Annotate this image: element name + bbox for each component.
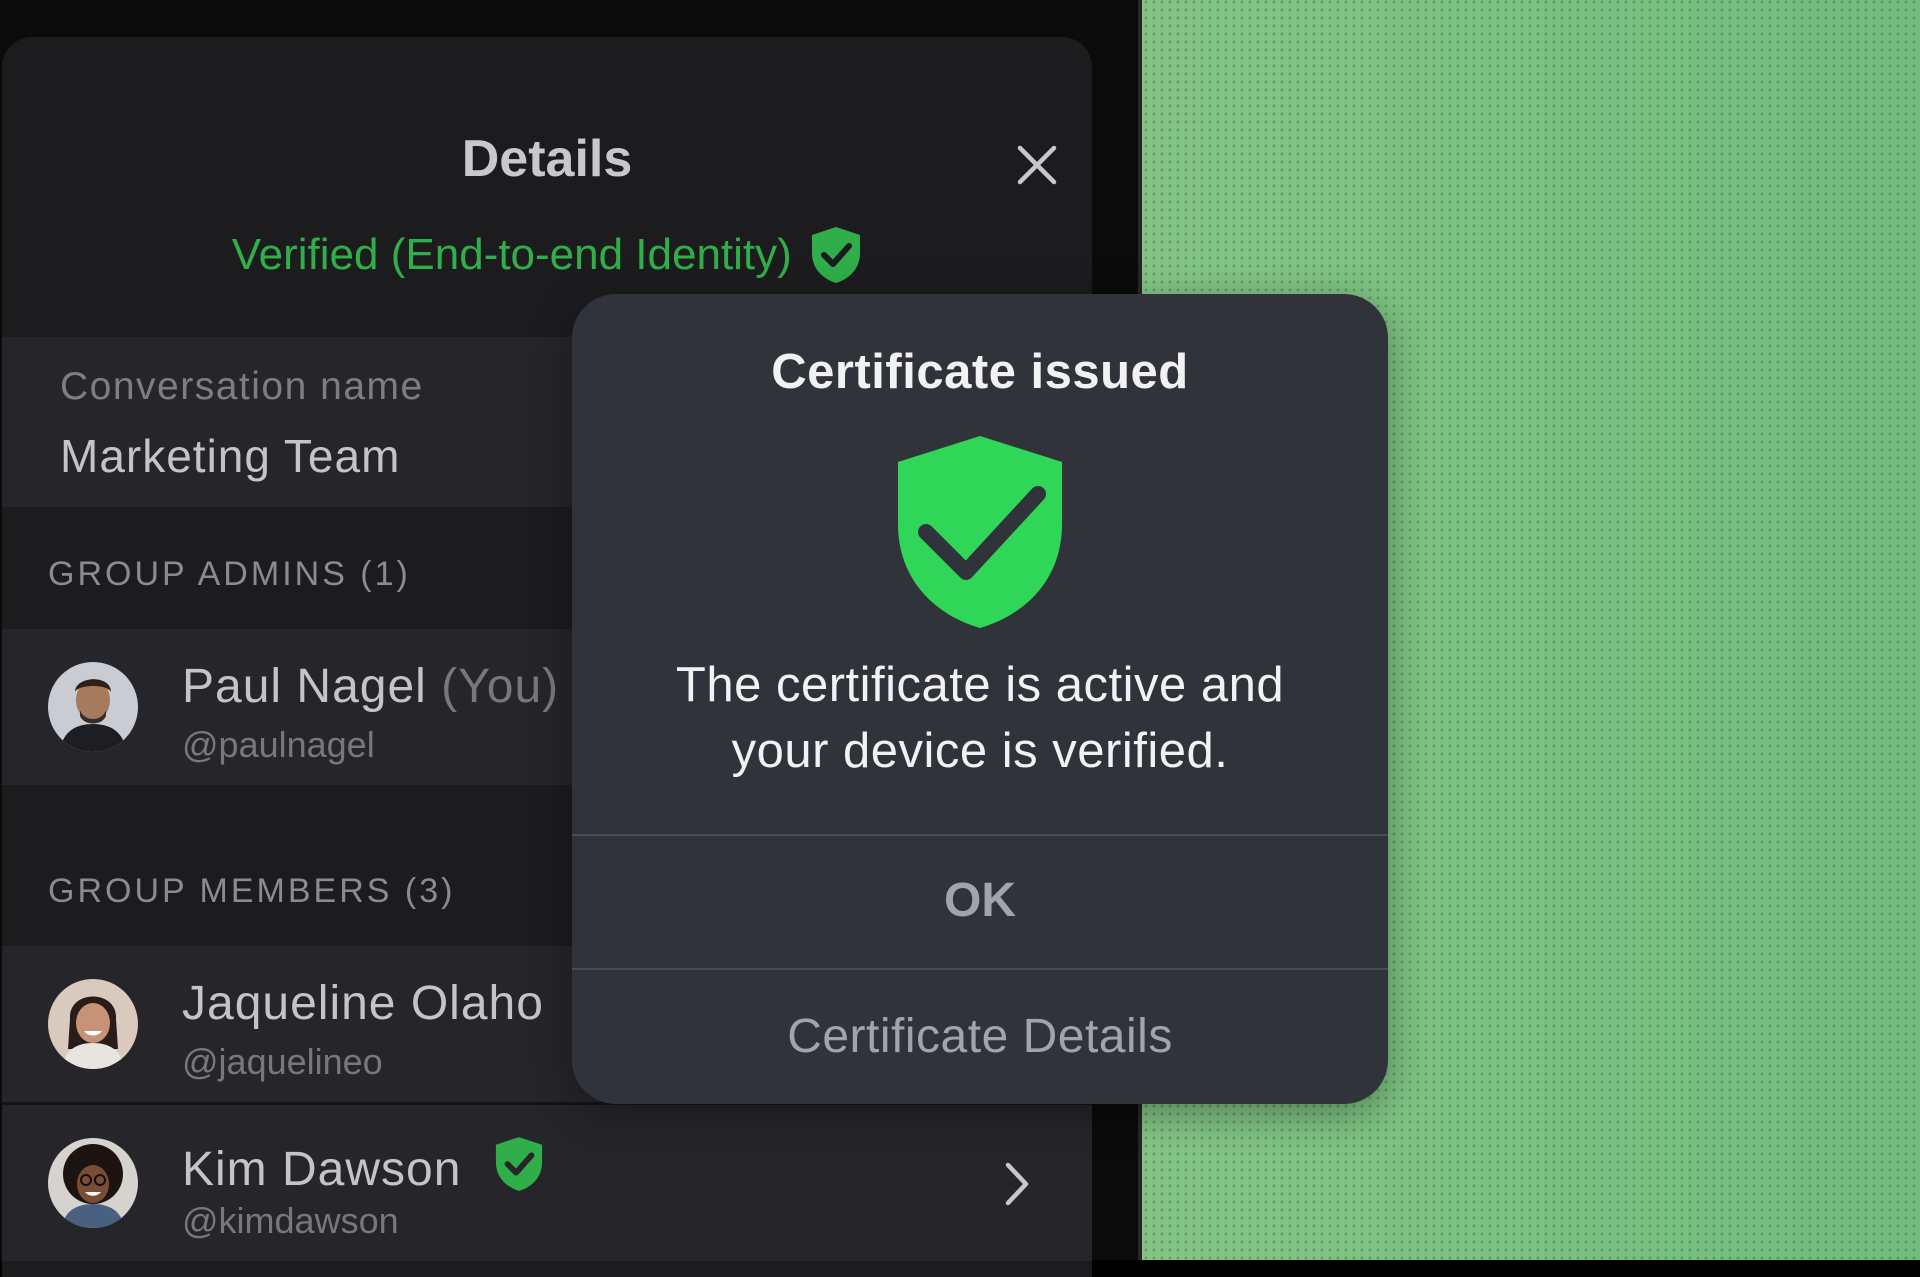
member-handle: @jaquelineo [182,1041,383,1082]
close-icon[interactable] [1012,140,1062,190]
conversation-name-value: Marketing Team [60,430,401,482]
certificate-details-button[interactable]: Certificate Details [572,970,1388,1104]
ok-button[interactable]: OK [572,834,1388,968]
group-members-header: GROUP MEMBERS (3) [48,872,456,910]
certificate-dialog: Certificate issued The certificate is ac… [572,294,1388,1104]
dialog-title: Certificate issued [771,345,1189,399]
member-handle: @paulnagel [182,724,375,765]
group-admins-header: GROUP ADMINS (1) [48,555,411,593]
page-title: Details [461,130,633,188]
dialog-message: The certificate is active and your devic… [612,652,1348,784]
shield-check-icon [892,432,1068,637]
you-tag: (You) [441,660,560,713]
avatar [48,1138,138,1228]
member-name: Jaqueline Olaho [182,977,544,1030]
member-name-text: Paul Nagel [182,660,427,713]
conversation-name-label: Conversation name [60,365,424,408]
verification-status: Verified (End-to-end Identity) [2,225,1092,285]
avatar [48,979,138,1069]
member-name: Paul Nagel (You) [182,659,559,714]
verified-shield-icon [495,1137,542,1191]
member-row[interactable]: Kim Dawson @kimdawson [2,1105,1092,1261]
verification-label: Verified (End-to-end Identity) [231,230,792,279]
chevron-right-icon[interactable] [1002,1161,1032,1212]
dialog-message-line: your device is verified. [731,724,1229,778]
avatar [48,662,138,752]
dialog-message-line: The certificate is active and [675,658,1285,712]
verified-shield-icon [812,227,861,283]
member-handle: @kimdawson [182,1200,399,1241]
member-name-text: Kim Dawson [182,1143,462,1196]
member-name: Kim Dawson [182,1135,544,1197]
